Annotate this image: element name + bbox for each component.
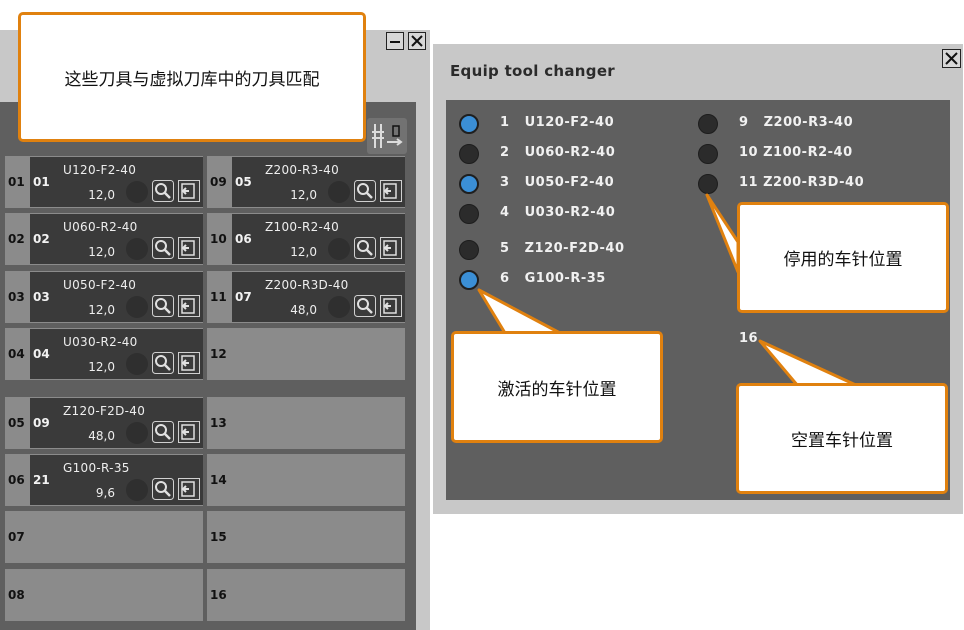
callout-empty-pin: 空置车针位置 bbox=[736, 383, 948, 494]
callout-matching-tools: 这些刀具与虚拟刀库中的刀具匹配 bbox=[18, 12, 366, 142]
callout-active-pins: 激活的车针位置 bbox=[451, 331, 663, 443]
callout-disabled-pins: 停用的车针位置 bbox=[737, 202, 949, 313]
